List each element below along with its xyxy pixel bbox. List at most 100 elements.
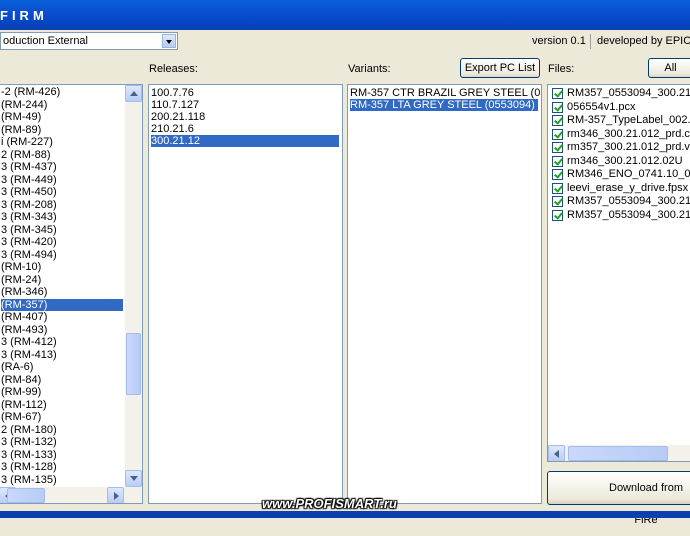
chevron-down-icon[interactable] — [162, 34, 176, 48]
products-item[interactable]: (RM-49) — [1, 111, 123, 123]
variants-list[interactable]: RM-357 CTR BRAZIL GREY STEEL (05 RM-357 L… — [347, 84, 542, 504]
products-item[interactable]: (RM-99) — [1, 386, 123, 398]
file-row[interactable]: RM346_ENO_0741.10_08 — [550, 168, 690, 181]
toolbar: oduction External version 0.1 developed … — [0, 30, 690, 52]
files-horizontal-scrollbar[interactable] — [548, 445, 690, 461]
file-checkbox[interactable] — [552, 101, 563, 113]
file-row[interactable]: leevi_erase_y_drive.fpsx — [550, 182, 690, 195]
file-name: leevi_erase_y_drive.fpsx — [567, 181, 689, 194]
file-row[interactable]: RM357_0553094_300.21.0 — [550, 87, 690, 100]
products-item[interactable]: 3 (RM-133) — [1, 449, 123, 461]
files-hscroll-thumb[interactable] — [568, 446, 668, 461]
watermark: www.PROFISMART.ru — [262, 496, 397, 511]
releases-item[interactable]: 300.21.12 — [151, 135, 339, 147]
variants-header: Variants: — [348, 63, 391, 75]
file-name: rm357_300.21.012_prd.v32 — [567, 141, 690, 153]
file-name: RM346_ENO_0741.10_08 — [567, 168, 690, 180]
scroll-down-icon[interactable] — [125, 470, 142, 487]
products-item[interactable]: (RM-67) — [1, 411, 123, 423]
products-item[interactable]: (RM-244) — [1, 99, 123, 111]
products-scroll-thumb[interactable] — [126, 333, 141, 395]
products-item[interactable]: 3 (RM-343) — [1, 211, 123, 223]
variants-item[interactable]: RM-357 LTA GREY STEEL (0553094) — [350, 99, 538, 111]
file-checkbox[interactable] — [552, 142, 563, 153]
releases-item[interactable]: 210.21.6 — [151, 123, 339, 135]
file-name: rm346_300.21.012_prd.c0 — [567, 127, 690, 140]
scroll-left-icon[interactable] — [548, 445, 565, 461]
products-item[interactable]: 3 (RM-128) — [1, 461, 123, 473]
file-checkbox[interactable] — [552, 128, 563, 140]
file-checkbox[interactable] — [552, 88, 563, 99]
products-horizontal-scrollbar[interactable] — [0, 487, 142, 503]
products-item[interactable]: (RM-84) — [1, 374, 123, 386]
file-checkbox[interactable] — [552, 115, 563, 126]
file-row[interactable]: 056554v1.pcx — [550, 101, 690, 114]
export-pc-list-button[interactable]: Export PC List — [460, 58, 540, 78]
file-checkbox[interactable] — [552, 209, 563, 221]
export-pc-list-label: Export PC List — [464, 62, 536, 74]
file-name: 056554v1.pcx — [567, 100, 636, 113]
scroll-up-icon[interactable] — [125, 85, 142, 102]
products-item[interactable]: 3 (RM-132) — [1, 436, 123, 448]
products-item[interactable]: 3 (RM-412) — [1, 336, 123, 348]
releases-item[interactable]: 200.21.118 — [151, 111, 339, 123]
file-row[interactable]: RM-357_TypeLabel_002.xr — [550, 114, 690, 127]
products-item[interactable]: 2 (RM-88) — [1, 149, 123, 161]
products-hscroll-thumb[interactable] — [7, 488, 45, 503]
products-item[interactable]: i (RM-227) — [1, 136, 123, 148]
products-item[interactable]: (RM-24) — [1, 274, 123, 286]
scroll-right-icon[interactable] — [107, 487, 124, 503]
file-checkbox[interactable] — [552, 196, 563, 207]
products-item[interactable]: 2 (RM-180) — [1, 424, 123, 436]
developer-label: developed by EPICE — [597, 35, 690, 47]
products-item[interactable]: 3 (RM-420) — [1, 236, 123, 248]
title-bar: FIRM — [0, 0, 690, 30]
file-row[interactable]: RM357_0553094_300.21.0 — [550, 195, 690, 208]
products-item[interactable]: 3 (RM-437) — [1, 161, 123, 173]
product-dropdown-value: oduction External — [3, 35, 88, 47]
file-name: RM-357_TypeLabel_002.xr — [567, 114, 690, 126]
file-row[interactable]: rm357_300.21.012_prd.v32 — [550, 141, 690, 154]
products-item[interactable]: 3 (RM-450) — [1, 186, 123, 198]
products-item[interactable]: (RM-89) — [1, 124, 123, 136]
version-label: version 0.1 — [532, 35, 586, 47]
window-title: FIRM — [0, 8, 48, 23]
products-item[interactable]: 3 (RM-208) — [1, 199, 123, 211]
releases-header: Releases: — [149, 63, 198, 75]
download-button[interactable]: Download from FiRe — [547, 471, 690, 526]
products-item[interactable]: (RM-357) — [1, 298, 123, 311]
file-row[interactable]: RM357_0553094_300.21.0 — [550, 209, 690, 222]
products-item[interactable]: 3 (RM-345) — [1, 224, 123, 236]
products-item[interactable]: 3 (RM-449) — [1, 174, 123, 186]
file-checkbox[interactable] — [552, 182, 563, 194]
file-name: RM357_0553094_300.21.0 — [567, 87, 690, 99]
products-item[interactable]: 3 (RM-494) — [1, 249, 123, 261]
products-item[interactable]: (RM-493) — [1, 324, 123, 336]
file-row[interactable]: rm346_300.21.012_prd.c0 — [550, 128, 690, 141]
releases-item[interactable]: 100.7.76 — [151, 87, 339, 99]
file-row[interactable]: rm346_300.21.012.02U — [550, 155, 690, 168]
products-item[interactable]: (RA-6) — [1, 361, 123, 373]
products-item[interactable]: (RM-112) — [1, 399, 123, 411]
products-item[interactable]: -2 (RM-426) — [1, 86, 123, 98]
file-name: rm346_300.21.012.02U — [567, 154, 683, 167]
file-checkbox[interactable] — [552, 155, 563, 167]
download-button-label: Download from FiRe — [609, 482, 683, 526]
products-item[interactable]: 3 (RM-135) — [1, 474, 123, 486]
files-list[interactable]: RM357_0553094_300.21.0 056554v1.pcx RM-357… — [547, 84, 690, 462]
status-strip — [0, 511, 690, 518]
file-checkbox[interactable] — [552, 169, 563, 180]
releases-item[interactable]: 110.7.127 — [151, 99, 339, 111]
products-list[interactable]: -2 (RM-426) (RM-244) (RM-49) (RM-89) i (RM-2… — [0, 84, 143, 504]
products-item[interactable]: (RM-407) — [1, 311, 123, 323]
files-header: Files: — [548, 63, 575, 75]
separator — [590, 34, 591, 49]
releases-list[interactable]: 100.7.76 110.7.127 200.21.118 210.21.6 300.2… — [148, 84, 343, 504]
all-button[interactable]: All — [648, 58, 690, 78]
products-item[interactable]: 3 (RM-413) — [1, 349, 123, 361]
product-dropdown[interactable]: oduction External — [0, 32, 178, 50]
products-item[interactable]: (RM-10) — [1, 261, 123, 273]
products-vertical-scrollbar[interactable] — [125, 85, 142, 487]
products-item[interactable]: (RM-346) — [1, 286, 123, 298]
variants-item[interactable]: RM-357 CTR BRAZIL GREY STEEL (05 — [350, 87, 541, 99]
